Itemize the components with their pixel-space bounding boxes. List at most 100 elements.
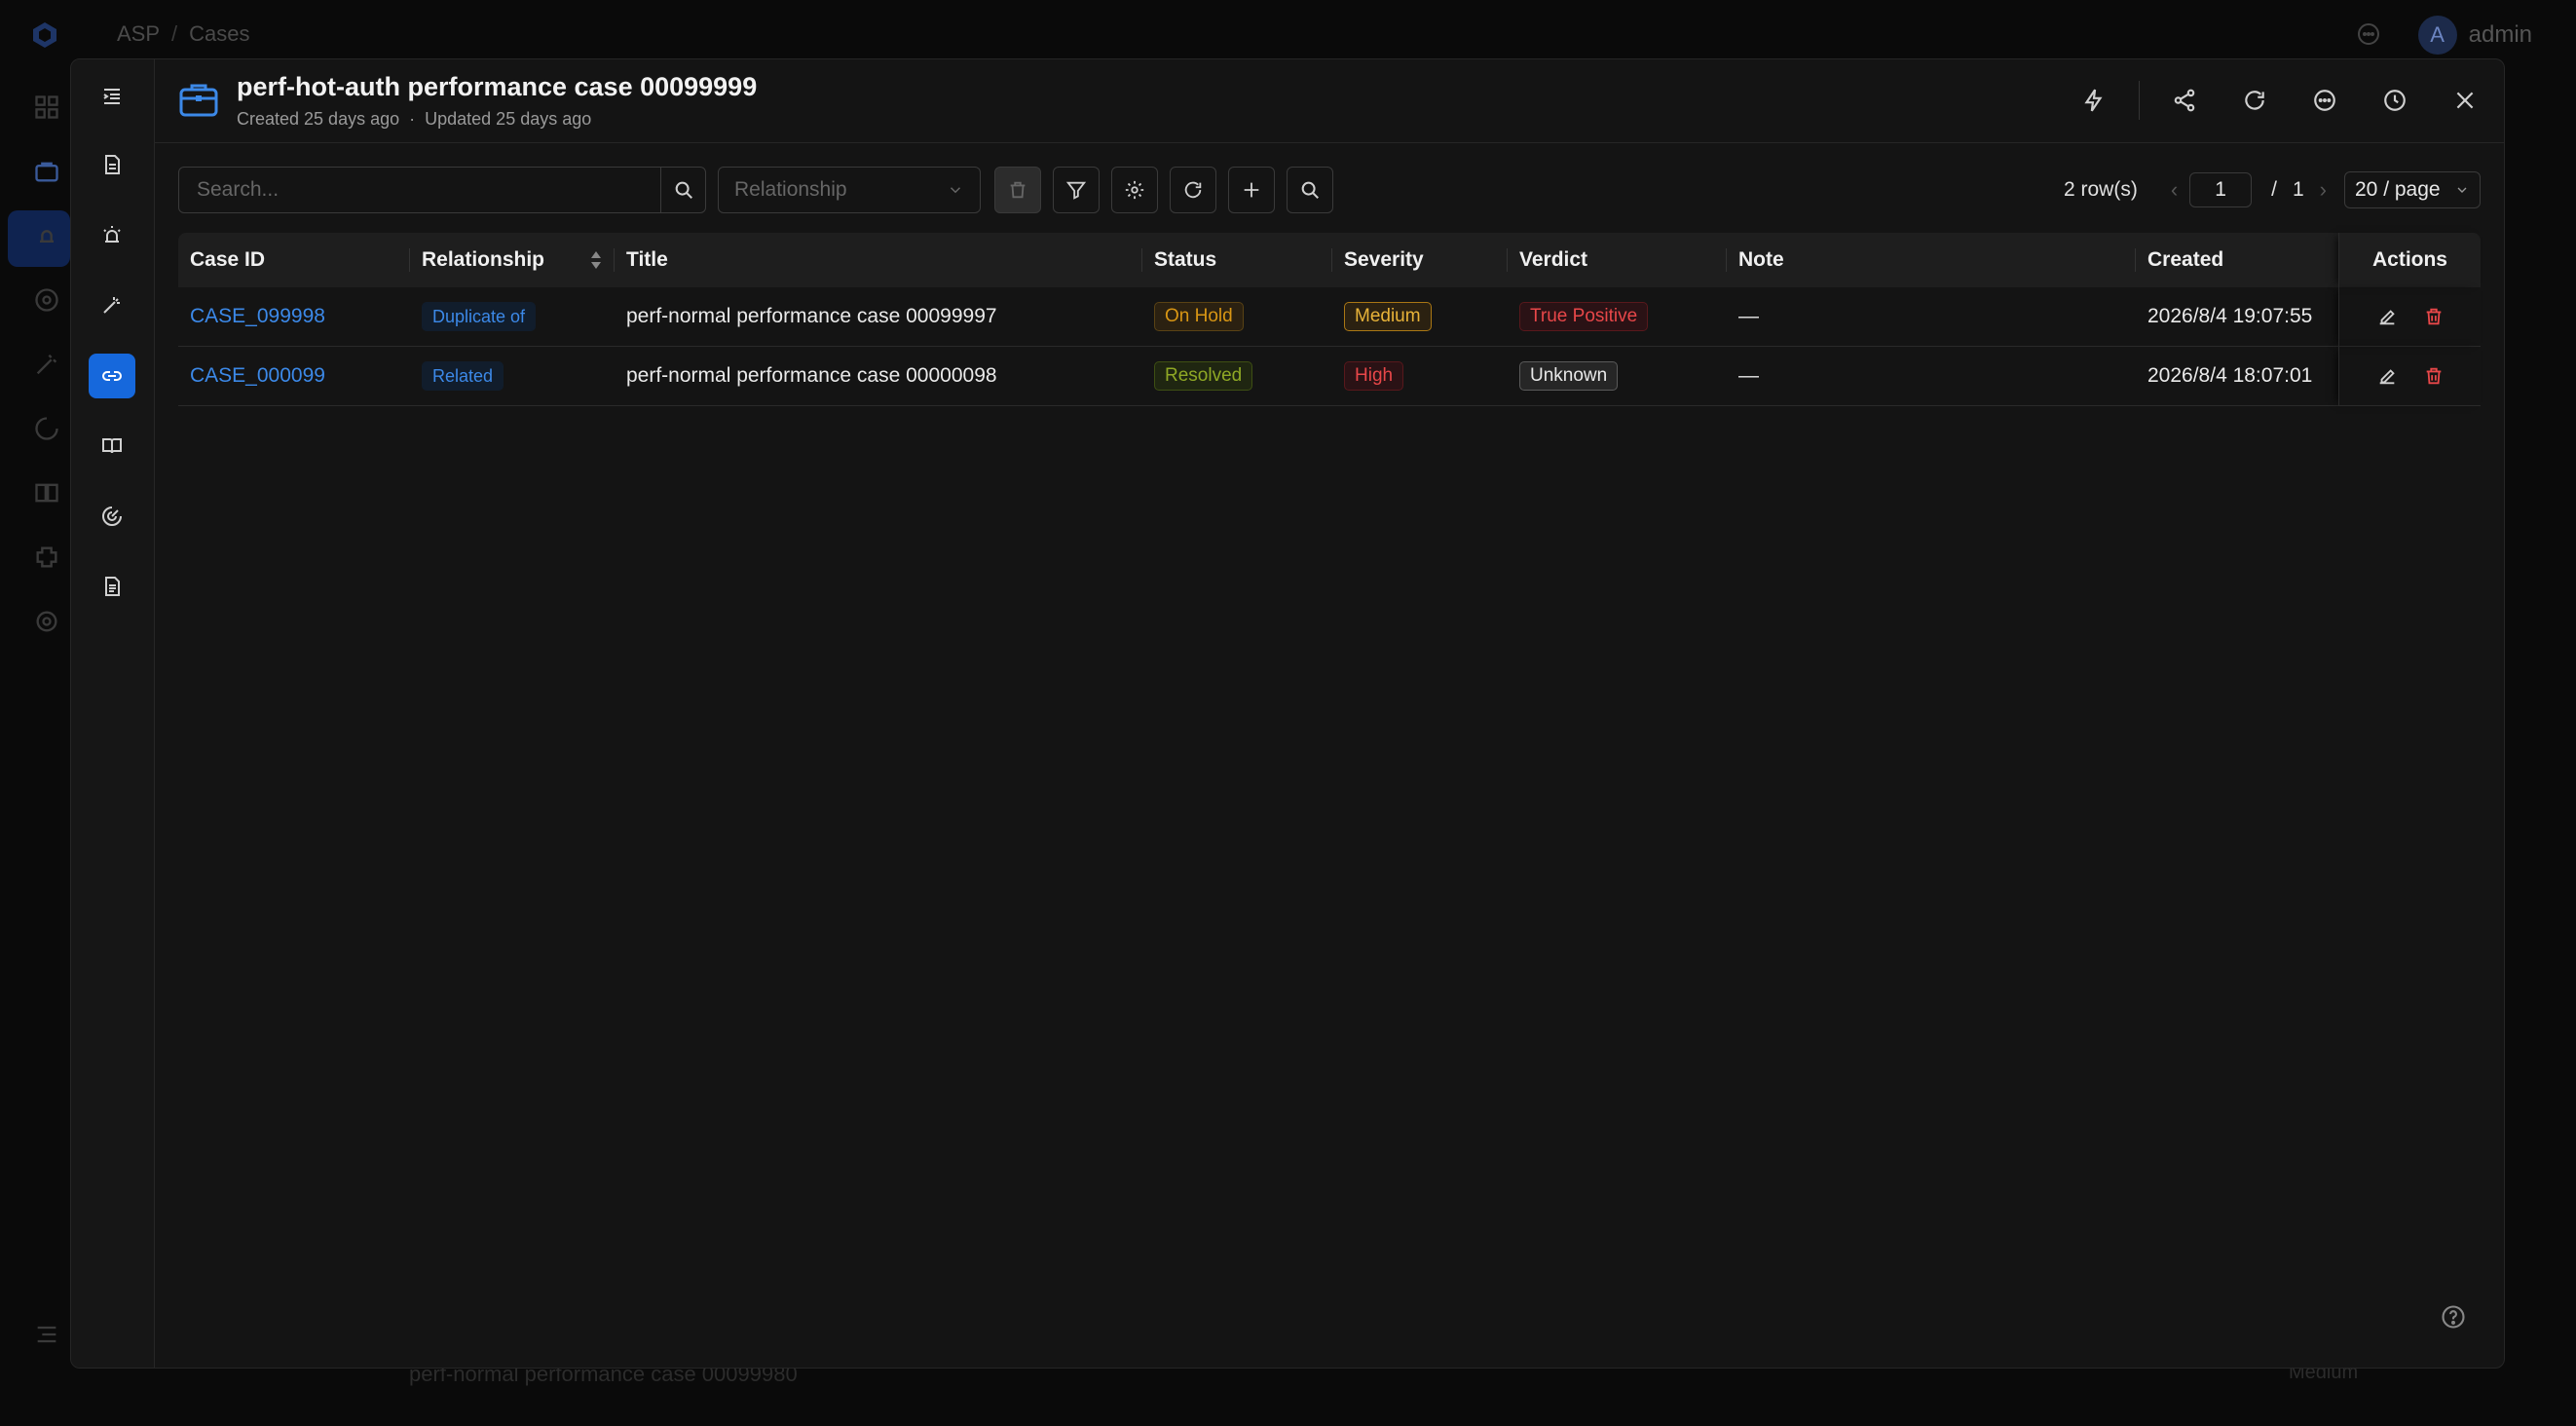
filter-button[interactable] [1053, 167, 1100, 213]
column-header-created: Created [2136, 233, 2338, 287]
case-title: perf-hot-auth performance case 00099999 [237, 72, 758, 101]
radar-icon [102, 507, 122, 526]
collapse-sidebar-icon[interactable] [33, 1321, 60, 1348]
refresh-button[interactable] [2235, 81, 2274, 120]
alerts-icon[interactable] [33, 222, 60, 249]
prev-page-button[interactable]: ‹ [2171, 177, 2178, 203]
alarm-icon [103, 226, 121, 243]
edit-button[interactable] [2373, 303, 2401, 330]
links-toolbar: Relationship [178, 167, 1333, 213]
verdict-badge: True Positive [1519, 302, 1649, 331]
created-text: Created 25 days ago [237, 109, 400, 129]
relationship-select[interactable]: Relationship [718, 167, 981, 213]
user-menu[interactable]: A admin [2417, 16, 2532, 55]
row-count: 2 row(s) [2063, 178, 2138, 201]
comments-button[interactable] [2305, 81, 2344, 120]
next-page-button[interactable]: › [2320, 177, 2327, 203]
delete-button[interactable] [2420, 362, 2447, 390]
severity-badge: Medium [1344, 302, 1432, 331]
trash-icon [1010, 181, 1026, 199]
advanced-search-button[interactable] [1287, 167, 1333, 213]
rail-knowledge[interactable] [89, 424, 135, 469]
rail-playbooks[interactable] [89, 282, 135, 327]
breadcrumb-cases[interactable]: Cases [189, 21, 249, 46]
relationship-tag: Related [422, 361, 504, 391]
reload-button[interactable] [1170, 167, 1216, 213]
column-header-verdict: Verdict [1508, 233, 1727, 287]
close-button[interactable] [2445, 81, 2484, 120]
created-cell: 2026/8/4 18:07:01 [2147, 364, 2313, 387]
column-label: Note [1738, 248, 1784, 271]
magic-wand-icon [103, 297, 120, 314]
history-icon [2384, 90, 2406, 111]
title-cell: perf-normal performance case 00000098 [626, 364, 997, 387]
rail-overview[interactable] [89, 142, 135, 187]
severity-cell: High [1332, 347, 1508, 406]
rail-alerts[interactable] [89, 212, 135, 257]
intel-icon[interactable] [33, 286, 60, 314]
trash-icon [2426, 308, 2441, 325]
message-icon[interactable] [2356, 21, 2381, 47]
document-icon [105, 155, 120, 174]
search-input[interactable] [195, 177, 660, 203]
status-cell: Resolved [1142, 347, 1332, 406]
playbook-icon[interactable] [33, 351, 60, 378]
gear-icon [1125, 180, 1144, 200]
table-header: Case ID Relationship Title Status Severi… [178, 233, 2481, 287]
status-cell: On Hold [1142, 287, 1332, 347]
page-separator: / [2271, 178, 2277, 201]
rail-report[interactable] [89, 564, 135, 609]
table-row: CASE_099998 Duplicate of perf-normal per… [178, 286, 2481, 347]
add-link-button[interactable] [1228, 167, 1275, 213]
trash-icon [2426, 367, 2441, 385]
column-header-title: Title [615, 233, 1142, 287]
column-header-actions: Actions [2338, 233, 2481, 287]
breadcrumb-asp[interactable]: ASP [117, 21, 160, 46]
background-sidebar [0, 68, 70, 1426]
verdict-badge: Unknown [1519, 361, 1619, 391]
share-icon [2174, 89, 2195, 112]
pagination: 2 row(s) ‹ 1 / 1 › 20 / page [2064, 167, 2481, 213]
app-logo-icon [33, 22, 56, 48]
column-header-relationship[interactable]: Relationship [410, 233, 615, 287]
total-pages: 1 [2292, 178, 2304, 201]
verdict-cell: Unknown [1508, 347, 1727, 406]
actions-cell [2338, 346, 2481, 406]
settings-icon[interactable] [33, 608, 60, 635]
dashboard-icon[interactable] [33, 94, 60, 121]
rail-enrichment[interactable] [89, 494, 135, 539]
rail-links[interactable] [89, 354, 135, 398]
linked-cases-table: Case ID Relationship Title Status Severi… [178, 233, 2481, 406]
column-label: Verdict [1519, 248, 1588, 271]
table-row: CASE_000099 Related perf-normal performa… [178, 346, 2481, 406]
search-button[interactable] [661, 167, 706, 213]
severity-badge: High [1344, 361, 1404, 391]
lightning-icon [2084, 89, 2103, 112]
batch-delete-button[interactable] [994, 167, 1041, 213]
plugin-icon[interactable] [33, 544, 60, 571]
modal-header: perf-hot-auth performance case 00099999 … [155, 59, 2504, 143]
history-button[interactable] [2375, 81, 2414, 120]
rail-menu-toggle[interactable] [89, 74, 135, 119]
cases-icon[interactable] [33, 158, 60, 185]
case-id-link[interactable]: CASE_000099 [178, 347, 410, 406]
quick-action-button[interactable] [2074, 81, 2113, 120]
column-label: Created [2147, 248, 2224, 271]
note-cell: — [1738, 364, 1759, 387]
knowledge-icon[interactable] [33, 479, 60, 507]
column-label: Actions [2371, 248, 2447, 271]
actions-cell [2338, 286, 2481, 347]
edit-button[interactable] [2373, 362, 2401, 390]
page-size-value: 20 / page [2355, 178, 2441, 201]
delete-button[interactable] [2420, 303, 2447, 330]
current-page-input[interactable]: 1 [2189, 172, 2253, 207]
module-icon[interactable] [33, 415, 60, 442]
book-icon [102, 438, 122, 454]
file-text-icon [105, 577, 120, 596]
column-settings-button[interactable] [1111, 167, 1158, 213]
case-id-link[interactable]: CASE_099998 [178, 287, 410, 347]
page-size-select[interactable]: 20 / page [2344, 171, 2481, 208]
share-button[interactable] [2165, 81, 2204, 120]
sort-icon[interactable] [589, 249, 603, 271]
help-button[interactable] [2438, 1301, 2469, 1332]
